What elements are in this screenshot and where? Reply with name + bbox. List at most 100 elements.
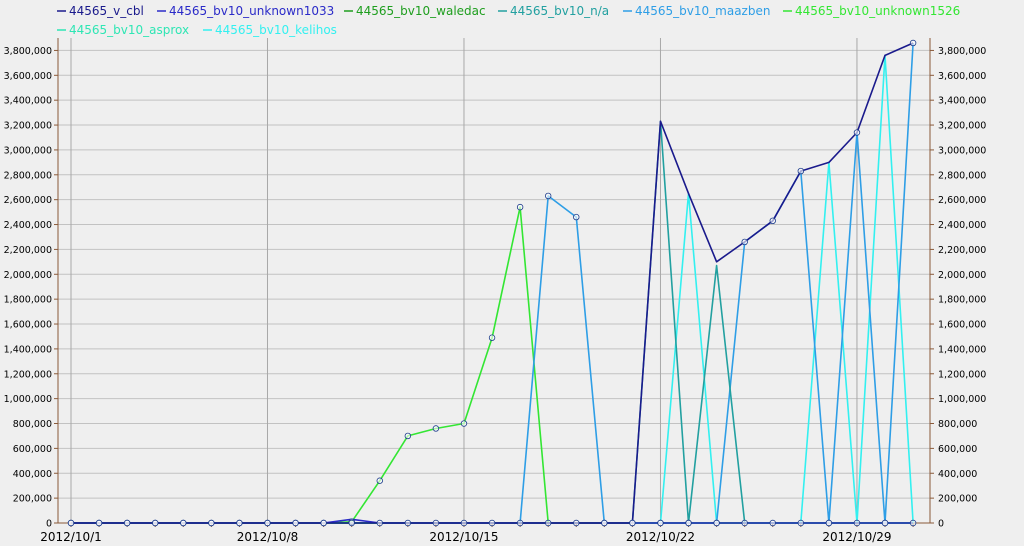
- legend-label: 44565_bv10_asprox: [69, 23, 189, 37]
- series-line-44565-bv10-maazben: [71, 42, 914, 524]
- data-point: [348, 519, 355, 527]
- y-tick-label-left: 800,000: [13, 419, 52, 430]
- data-point: [769, 217, 776, 225]
- data-point: [825, 519, 833, 527]
- series-line-44565-bv10-n-a: [71, 120, 914, 524]
- data-point: [909, 39, 917, 47]
- y-tick-label-right: 2,200,000: [938, 245, 986, 256]
- data-point: [488, 519, 496, 527]
- y-tick-label-right: 1,400,000: [938, 344, 986, 355]
- y-tick-label-right: 1,200,000: [938, 369, 986, 380]
- data-point: [180, 519, 187, 527]
- y-tick-label-right: 2,600,000: [938, 195, 986, 206]
- legend-label: 44565_bv10_maazben: [635, 4, 770, 18]
- y-tick-label-left: 2,200,000: [4, 245, 52, 256]
- legend-label: 44565_bv10_unknown1033: [169, 4, 334, 18]
- x-tick-label: 2012/10/29: [822, 530, 891, 544]
- data-point: [657, 519, 664, 527]
- data-point: [488, 334, 496, 341]
- data-point: [67, 519, 75, 527]
- data-point: [208, 519, 215, 527]
- y-tick-label-right: 800,000: [938, 419, 977, 430]
- data-point: [741, 238, 748, 246]
- data-point: [432, 425, 440, 432]
- y-tick-label-left: 200,000: [13, 494, 52, 505]
- y-tick-label-right: 3,600,000: [938, 71, 986, 82]
- axes: [57, 38, 931, 524]
- x-tick-label: 2012/10/15: [429, 530, 498, 544]
- legend-label: 44565_bv10_waledac: [356, 4, 486, 18]
- data-point: [376, 477, 383, 484]
- data-point: [292, 519, 299, 527]
- data-point: [123, 519, 131, 527]
- y-tick-label-left: 1,200,000: [4, 369, 52, 380]
- y-tick-label-left: 1,400,000: [4, 344, 52, 355]
- y-tick-label-left: 2,400,000: [4, 220, 52, 231]
- data-point: [629, 519, 636, 527]
- data-point: [544, 192, 552, 200]
- y-axis-left-ticks: 0 200,000 400,000 600,000 800,000 1,000,000 1,…: [4, 46, 58, 530]
- x-tick-label: 2012/10/22: [626, 530, 695, 544]
- y-tick-label-left: 3,000,000: [4, 145, 52, 156]
- data-point: [516, 203, 524, 211]
- x-tick-label: 2012/10/1: [40, 530, 102, 544]
- data-point: [236, 519, 243, 527]
- y-tick-label-right: 600,000: [938, 444, 977, 455]
- data-point: [853, 519, 861, 527]
- data-point: [797, 167, 805, 175]
- y-tick-label-left: 1,800,000: [4, 295, 52, 306]
- y-tick-label-right: 3,200,000: [938, 121, 986, 132]
- series-layer: [67, 39, 917, 527]
- data-point: [460, 519, 468, 527]
- y-tick-label-left: 3,800,000: [4, 46, 52, 57]
- data-point: [404, 519, 412, 527]
- y-tick-label-right: 3,800,000: [938, 46, 986, 57]
- data-point: [544, 519, 552, 527]
- y-axis-right-ticks: 0 200,000 400,000 600,000 800,000 1,000,000 1,…: [930, 46, 986, 530]
- y-tick-label-right: 3,000,000: [938, 145, 986, 156]
- y-tick-label-right: 200,000: [938, 494, 977, 505]
- data-point: [573, 213, 580, 221]
- series-line-44565-v-cbl: [71, 42, 914, 524]
- data-point: [881, 519, 889, 527]
- y-tick-label-right: 2,800,000: [938, 170, 986, 181]
- data-point: [601, 519, 608, 527]
- data-point: [685, 519, 692, 527]
- data-point: [797, 519, 805, 527]
- data-point: [432, 519, 440, 527]
- grid: [58, 38, 930, 524]
- data-point: [909, 519, 917, 527]
- legend-label: 44565_v_cbl: [69, 4, 144, 18]
- x-tick-label: 2012/10/8: [237, 530, 299, 544]
- y-tick-label-right: 2,000,000: [938, 270, 986, 281]
- y-tick-label-left: 1,600,000: [4, 320, 52, 331]
- y-tick-label-right: 1,600,000: [938, 320, 986, 331]
- data-point: [264, 519, 271, 527]
- y-tick-label-right: 2,400,000: [938, 220, 986, 231]
- line-chart: 44565_v_cbl 44565_bv10_unknown1033 44565_b…: [4, 4, 987, 544]
- data-point: [152, 519, 159, 527]
- data-point: [853, 129, 861, 136]
- y-tick-label-right: 400,000: [938, 469, 977, 480]
- y-tick-label-right: 0: [938, 519, 944, 530]
- data-point: [95, 519, 103, 527]
- data-point: [320, 519, 327, 527]
- y-tick-label-left: 0: [46, 519, 52, 530]
- data-point: [769, 519, 776, 527]
- legend-label: 44565_bv10_n/a: [510, 4, 609, 18]
- data-point: [741, 519, 748, 527]
- y-tick-label-left: 1,000,000: [4, 394, 52, 405]
- y-tick-label-left: 2,800,000: [4, 170, 52, 181]
- y-tick-label-left: 400,000: [13, 469, 52, 480]
- data-point: [573, 519, 580, 527]
- y-tick-label-left: 2,000,000: [4, 270, 52, 281]
- data-point: [404, 432, 412, 440]
- y-tick-label-right: 1,800,000: [938, 295, 986, 306]
- data-point: [516, 519, 524, 527]
- y-tick-label-left: 600,000: [13, 444, 52, 455]
- data-point: [713, 519, 720, 527]
- y-tick-label-right: 3,400,000: [938, 96, 986, 107]
- legend: 44565_v_cbl 44565_bv10_unknown1033 44565_b…: [57, 4, 960, 37]
- y-tick-label-left: 3,600,000: [4, 71, 52, 82]
- y-tick-label-left: 3,200,000: [4, 121, 52, 132]
